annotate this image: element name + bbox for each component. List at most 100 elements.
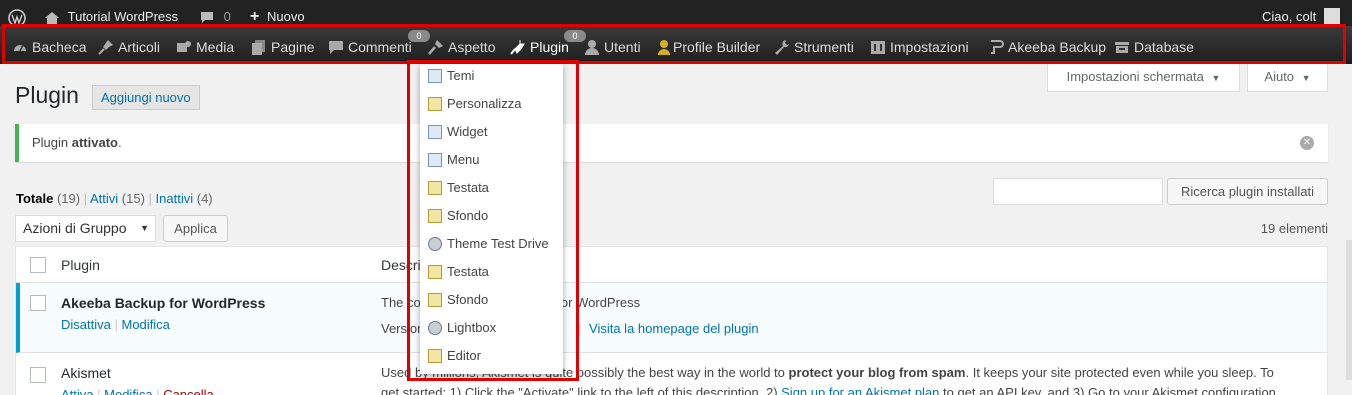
menu-item-posts[interactable]: Articoli	[98, 26, 160, 64]
background-icon	[428, 293, 442, 307]
comment-bubble-icon	[201, 12, 213, 24]
add-new-button[interactable]: Aggiungi nuovo	[92, 85, 200, 110]
deactivate-link[interactable]: Disattiva	[61, 317, 111, 332]
submenu-item-menus[interactable]: Menu	[428, 151, 480, 169]
menu-label: Utenti	[604, 39, 641, 55]
menu-item-tools[interactable]: Strumenti	[774, 26, 854, 64]
screen-options-label: Impostazioni schermata	[1066, 69, 1204, 84]
settings-icon	[870, 29, 886, 54]
plugin-name: Akeeba Backup for WordPress	[61, 295, 266, 311]
menu-label: Media	[196, 39, 235, 55]
menu-label: Profile Builder	[673, 39, 761, 55]
new-label: Nuovo	[266, 9, 305, 24]
screen-options-button[interactable]: Impostazioni schermata ▼	[1047, 64, 1240, 92]
table-row: Akismet Attiva | Modifica | Cancella Use…	[16, 353, 1327, 395]
chevron-down-icon: ▼	[1211, 73, 1221, 83]
submenu-label: Personalizza	[447, 96, 522, 111]
menu-item-pages[interactable]: Pagine	[251, 26, 315, 64]
submenu-item-background-2[interactable]: Sfondo	[428, 291, 488, 309]
help-label: Aiuto	[1264, 69, 1295, 84]
items-count: 19 elementi	[1260, 221, 1328, 236]
menu-label: Pagine	[271, 39, 315, 55]
plugin-search-input[interactable]	[993, 178, 1163, 205]
menu-label: Impostazioni	[890, 39, 969, 55]
page-title: Plugin	[15, 82, 79, 108]
menu-item-media[interactable]: Media	[176, 26, 234, 64]
header-icon	[428, 181, 442, 195]
submenu-label: Menu	[447, 152, 480, 167]
submenu-item-header[interactable]: Testata	[428, 179, 489, 197]
apply-button[interactable]: Applica	[163, 215, 228, 242]
submenu-item-background[interactable]: Sfondo	[428, 207, 488, 225]
wordpress-logo-icon[interactable]	[8, 0, 26, 27]
new-content-link[interactable]: + Nuovo	[250, 0, 305, 26]
row-checkbox[interactable]	[30, 295, 46, 311]
background-icon	[428, 209, 442, 223]
table-header: Plugin Descrizione	[16, 247, 1327, 283]
menu-item-dashboard[interactable]: Bacheca	[12, 26, 86, 64]
menu-label: Articoli	[118, 39, 161, 55]
help-button[interactable]: Aiuto ▼	[1247, 64, 1328, 92]
admin-menu-bar: Bacheca Articoli Media Pagine Commenti 0…	[0, 26, 1352, 64]
submenu-item-editor[interactable]: Editor	[428, 347, 481, 365]
submenu-label: Testata	[447, 264, 489, 279]
row-checkbox[interactable]	[30, 367, 46, 383]
menu-label: Strumenti	[794, 39, 854, 55]
filter-inactive-count: (4)	[196, 191, 213, 206]
menu-item-database[interactable]: Database	[1114, 26, 1194, 64]
search-plugins-button[interactable]: Ricerca plugin installati	[1167, 178, 1328, 205]
submenu-item-themes[interactable]: Temi	[428, 67, 474, 85]
submenu-label: Widget	[447, 124, 488, 139]
notice-suffix: .	[117, 135, 122, 150]
menu-item-users[interactable]: Utenti	[584, 26, 641, 64]
menu-item-comments[interactable]: Commenti	[328, 26, 412, 64]
filter-all[interactable]: Totale	[16, 191, 53, 206]
notice-strong: attivato	[71, 135, 118, 150]
menu-item-settings[interactable]: Impostazioni	[870, 26, 969, 64]
edit-link[interactable]: Modifica	[121, 317, 169, 332]
menu-item-profile-builder[interactable]: Profile Builder	[656, 26, 760, 64]
desc-text: get started: 1) Click the "Activate" lin…	[381, 385, 782, 395]
plugins-table: Plugin Descrizione Akeeba Backup for Wor…	[15, 246, 1328, 395]
filter-active-count: (15)	[121, 191, 145, 206]
select-all-checkbox[interactable]	[30, 257, 46, 273]
media-icon	[176, 29, 192, 52]
dismiss-icon[interactable]: ✕	[1300, 136, 1314, 150]
comments-link[interactable]: 0	[200, 0, 231, 26]
delete-link[interactable]: Cancella	[163, 387, 214, 395]
scrollbar[interactable]	[1346, 240, 1352, 380]
submenu-item-header-2[interactable]: Testata	[428, 263, 489, 281]
menu-item-plugins[interactable]: Plugin	[510, 26, 569, 64]
plugins-icon	[510, 29, 526, 55]
filter-inactive[interactable]: Inattivi	[156, 191, 194, 206]
menu-label: Akeeba Backup	[1008, 39, 1107, 55]
submenu-item-customize[interactable]: Personalizza	[428, 95, 521, 113]
bulk-actions-select[interactable]: Azioni di Gruppo ▼	[15, 215, 156, 242]
menus-icon	[428, 153, 442, 167]
bulk-actions-value: Azioni di Gruppo	[23, 220, 127, 236]
notice-prefix: Plugin	[32, 135, 72, 150]
submenu-item-lightbox[interactable]: Lightbox	[428, 319, 496, 337]
submenu-item-widgets[interactable]: Widget	[428, 123, 487, 141]
akismet-signup-link[interactable]: Sign up for an Akismet plan	[781, 385, 939, 395]
submenu-label: Sfondo	[447, 292, 489, 307]
submenu-label: Editor	[447, 348, 481, 363]
version-label: Version	[381, 321, 425, 336]
submenu-label: Lightbox	[447, 320, 497, 335]
menu-item-akeeba-backup[interactable]: Akeeba Backup	[988, 26, 1106, 64]
plugin-description-line2: get started: 1) Click the "Activate" lin…	[381, 385, 1276, 395]
site-name-link[interactable]: Tutorial WordPress	[44, 0, 178, 26]
users-icon	[584, 29, 600, 55]
edit-link[interactable]: Modifica	[104, 387, 152, 395]
my-account-link[interactable]: Ciao, colt	[1262, 0, 1340, 26]
submenu-item-theme-test-drive[interactable]: Theme Test Drive	[428, 235, 549, 253]
column-plugin: Plugin	[61, 257, 100, 273]
plugin-homepage-link[interactable]: Visita la homepage del plugin	[589, 321, 759, 336]
filter-active[interactable]: Attivi	[90, 191, 118, 206]
pin-icon	[98, 29, 114, 55]
menu-item-appearance[interactable]: Aspetto	[428, 26, 495, 64]
menu-label: Plugin	[530, 39, 569, 55]
gear-icon	[428, 237, 442, 251]
chevron-down-icon: ▼	[140, 223, 149, 233]
activate-link[interactable]: Attiva	[61, 387, 94, 395]
